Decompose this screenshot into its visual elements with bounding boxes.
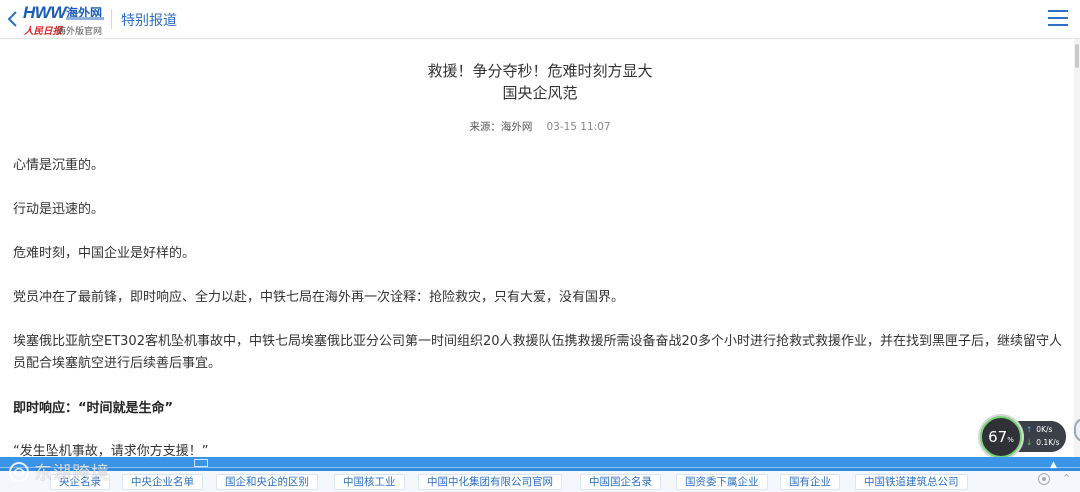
watermark-text: 东湖跨境 bbox=[34, 463, 110, 484]
paragraph: 危难时刻，中国企业是好样的。 bbox=[13, 246, 196, 261]
tag-item[interactable]: 中央企业名单 bbox=[122, 474, 203, 490]
article-source: 来源：海外网 bbox=[469, 121, 533, 133]
memory-percent: 67% bbox=[988, 428, 1014, 446]
watermark-logo-icon bbox=[9, 462, 29, 482]
article-meta: 来源：海外网 03-15 11:07 bbox=[0, 119, 1080, 134]
logo-subtitle: 海外版官网 bbox=[57, 27, 103, 37]
network-speed-widget[interactable]: 67% ↑ 0K/s ↓ 0.1K/s bbox=[980, 416, 1066, 458]
back-arrow-icon[interactable] bbox=[4, 8, 22, 30]
tags-scroll-arrow-icon[interactable]: ⌃ bbox=[1062, 472, 1071, 485]
article-time: 03-15 11:07 bbox=[546, 121, 611, 133]
related-tags: 央企名录 中央企业名单 国企和央企的区别 中国核工业 中国中化集团有限公司官网 … bbox=[0, 471, 1080, 492]
settings-gear-icon[interactable] bbox=[1038, 473, 1050, 485]
tag-item[interactable]: 国资委下属企业 bbox=[676, 474, 768, 490]
tag-item[interactable]: 中国铁道建筑总公司 bbox=[855, 474, 968, 490]
watermark: 东湖跨境 bbox=[8, 457, 110, 487]
subheading: 即时响应：“时间就是生命” bbox=[13, 401, 174, 416]
header-divider bbox=[111, 9, 112, 29]
upload-speed: ↑ 0K/s bbox=[1026, 425, 1053, 434]
article-title-line-2: 国央企风范 bbox=[502, 84, 578, 102]
toolbar-strip bbox=[0, 457, 1080, 468]
upload-arrow-icon: ↑ bbox=[1026, 425, 1033, 434]
section-title[interactable]: 特别报道 bbox=[121, 10, 177, 30]
paragraph: 心情是沉重的。 bbox=[13, 158, 105, 173]
tag-item[interactable]: 中国核工业 bbox=[334, 474, 405, 490]
paragraph: 埃塞俄比亚航空ET302客机坠机事故中，中铁七局埃塞俄比亚分公司第一时间组织20… bbox=[13, 334, 1063, 371]
top-header: HWW 海外网 人民日报 海外版官网 特别报道 bbox=[0, 0, 1080, 39]
paragraph: 行动是迅速的。 bbox=[13, 202, 105, 217]
logo-tagline-strip bbox=[66, 17, 104, 20]
tag-item[interactable]: 中国中化集团有限公司官网 bbox=[418, 474, 562, 490]
download-speed: ↓ 0.1K/s bbox=[1026, 438, 1060, 447]
window-icon[interactable] bbox=[194, 459, 208, 467]
site-logo[interactable]: HWW 海外网 人民日报 海外版官网 bbox=[22, 3, 110, 37]
tag-item[interactable]: 中国国企名录 bbox=[580, 474, 661, 490]
download-arrow-icon: ↓ bbox=[1026, 438, 1033, 447]
collapse-arrow-icon[interactable]: ▲ bbox=[1050, 460, 1057, 470]
paragraph: 党员冲在了最前锋，即时响应、全力以赴，中铁七局在海外再一次诠释：抢险救灾，只有大… bbox=[13, 290, 625, 305]
logo-hww-text: HWW bbox=[23, 3, 66, 22]
article-title-line-1: 救援！争分夺秒！危难时刻方显大 bbox=[427, 62, 653, 80]
bottom-toolbar: ▲ 央企名录 中央企业名单 国企和央企的区别 中国核工业 中国中化集团有限公司官… bbox=[0, 457, 1080, 492]
tag-item[interactable]: 国有企业 bbox=[780, 474, 840, 490]
article-title: 救援！争分夺秒！危难时刻方显大 国央企风范 bbox=[0, 60, 1080, 104]
hamburger-menu-icon[interactable] bbox=[1048, 10, 1068, 27]
tag-item[interactable]: 国企和央企的区别 bbox=[216, 474, 318, 490]
